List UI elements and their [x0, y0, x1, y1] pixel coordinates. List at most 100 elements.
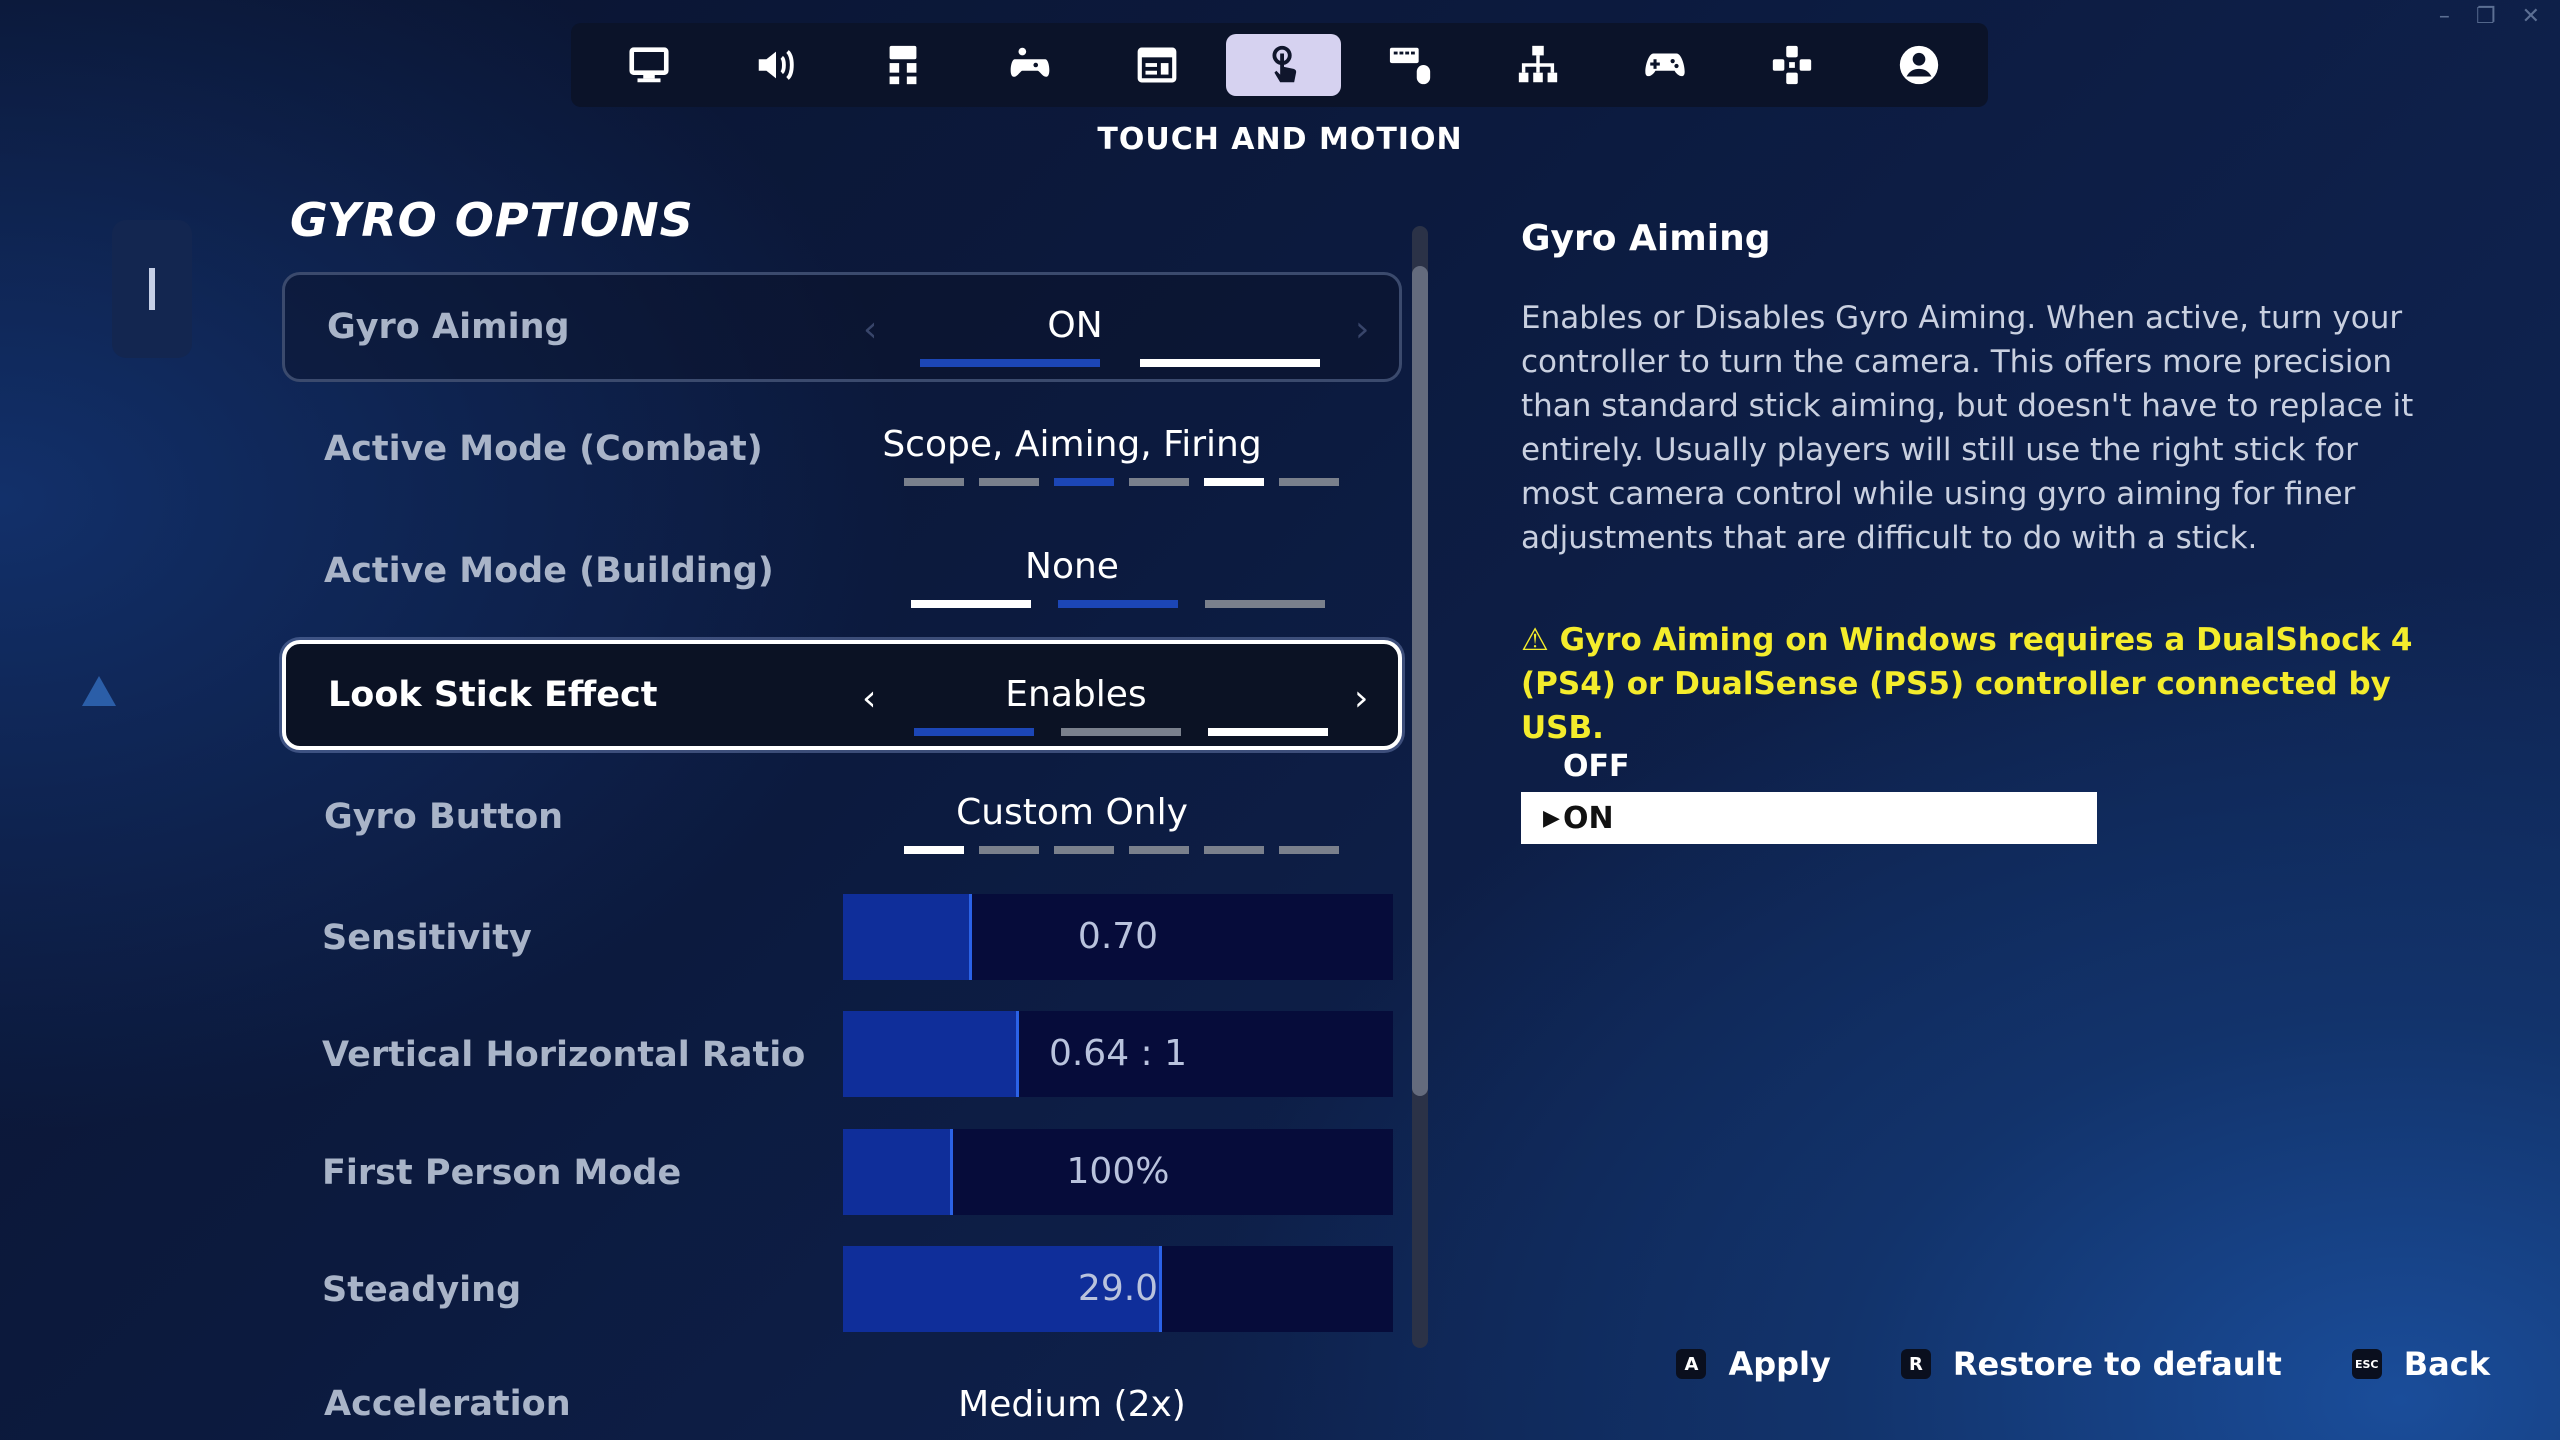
value-indicator-segment [904, 846, 964, 854]
scrollbar-thumb[interactable] [1412, 266, 1428, 1096]
chevron-right-icon[interactable]: › [1354, 678, 1368, 719]
detail-title: Gyro Aiming [1521, 218, 1771, 259]
option-label: Active Mode (Combat) [324, 429, 763, 469]
option-value: Scope, Aiming, Firing [882, 424, 1262, 465]
option-value: Custom Only [956, 792, 1188, 833]
value-indicator-segment [904, 478, 964, 486]
tab-video[interactable] [591, 34, 706, 96]
close-icon[interactable]: ✕ [2522, 4, 2540, 29]
value-indicator-segment [979, 846, 1039, 854]
options-scrollbar[interactable] [1412, 226, 1428, 1348]
tab-input[interactable] [972, 34, 1087, 96]
network-icon [1518, 45, 1557, 83]
value-indicator-segment [1054, 478, 1114, 486]
choice-on[interactable]: ▶ ON [1521, 792, 2097, 844]
tab-controller[interactable] [1607, 34, 1722, 96]
keyboard-mouse-icon [1389, 47, 1430, 85]
option-value: Enables [1005, 674, 1147, 715]
value-indicator-segment [1208, 728, 1328, 736]
tab-accessibility[interactable] [845, 34, 960, 96]
controller-grid-icon [889, 45, 916, 85]
hud-layout-icon [1137, 47, 1176, 83]
slider-value: 29.0 [1077, 1268, 1159, 1309]
slider-sensitivity[interactable]: Sensitivity 0.70 [282, 894, 1402, 984]
tab-network[interactable] [1480, 34, 1595, 96]
slider-vertical-horizontal-ratio[interactable]: Vertical Horizontal Ratio 0.64 : 1 [282, 1011, 1402, 1101]
window-controls: – ❐ ✕ [2439, 4, 2540, 29]
gamepad-icon [1644, 53, 1685, 77]
slider-track[interactable]: 0.64 : 1 [843, 1011, 1393, 1097]
minimize-icon[interactable]: – [2439, 4, 2450, 29]
slider-value: 0.70 [1077, 916, 1159, 957]
value-indicator-segment [1205, 600, 1325, 608]
back-button[interactable]: ESC Back [2351, 1345, 2490, 1383]
detail-description: Enables or Disables Gyro Aiming. When ac… [1521, 300, 2414, 556]
caret-right-icon: ▶ [1543, 805, 1560, 831]
option-label: Look Stick Effect [328, 675, 658, 715]
chevron-right-icon[interactable]: › [1355, 309, 1369, 350]
value-indicator-segment [1054, 846, 1114, 854]
option-value: Medium (2x) [958, 1384, 1186, 1425]
value-indicator-segment [1061, 728, 1181, 736]
tab-account[interactable] [1861, 34, 1976, 96]
value-indicator-segment [1204, 846, 1264, 854]
option-label: Gyro Button [324, 797, 564, 837]
slider-steadying[interactable]: Steadying 29.0 [282, 1246, 1402, 1336]
value-choice-list: OFF ▶ ON [1521, 740, 2097, 844]
option-acceleration[interactable]: Acceleration Medium (2x) [282, 1354, 1402, 1440]
tab-controller-bindings[interactable] [1734, 34, 1849, 96]
restore-default-button[interactable]: R Restore to default [1900, 1345, 2282, 1383]
value-indicator-segment [1279, 478, 1339, 486]
slider-track[interactable]: 29.0 [843, 1246, 1393, 1332]
value-indicator-segment [1140, 359, 1320, 367]
decorative-triangle-icon [82, 676, 116, 706]
touch-hand-icon [1272, 45, 1296, 83]
restore-label: Restore to default [1952, 1345, 2282, 1383]
slider-track[interactable]: 0.70 [843, 894, 1393, 980]
side-tab-bar-icon [149, 268, 155, 310]
option-active-mode-building[interactable]: Active Mode (Building) None [282, 516, 1402, 626]
value-indicator-segment [1204, 478, 1264, 486]
slider-value: 100% [1066, 1151, 1170, 1192]
left-side-tab[interactable] [112, 220, 192, 358]
slider-label: Steadying [322, 1270, 522, 1310]
option-gyro-aiming[interactable]: Gyro Aiming ‹ ON › [282, 272, 1402, 382]
panel-title: GYRO OPTIONS [290, 193, 694, 247]
value-indicator-segment [914, 728, 1034, 736]
tab-audio[interactable] [718, 34, 833, 96]
option-gyro-button[interactable]: Gyro Button Custom Only [282, 762, 1402, 872]
settings-tab-bar [571, 23, 1988, 107]
option-value: ON [1047, 305, 1103, 346]
slider-value: 0.64 : 1 [1048, 1033, 1188, 1074]
section-title: TOUCH AND MOTION [1097, 122, 1463, 157]
value-indicator-segment [920, 359, 1100, 367]
gamepad-touch-icon [1010, 47, 1049, 77]
tab-keyboard-mouse[interactable] [1353, 34, 1468, 96]
slider-track[interactable]: 100% [843, 1129, 1393, 1215]
dpad-icon [1772, 45, 1811, 85]
slider-label: Sensitivity [322, 918, 532, 958]
tab-touch-and-motion[interactable] [1226, 34, 1341, 96]
key-esc-icon: ESC [2351, 1349, 2382, 1379]
apply-button[interactable]: A Apply [1676, 1345, 1831, 1383]
option-active-mode-combat[interactable]: Active Mode (Combat) Scope, Aiming, Firi… [282, 394, 1402, 504]
slider-label: First Person Mode [322, 1153, 682, 1193]
choice-off[interactable]: OFF [1521, 740, 2097, 792]
restore-icon[interactable]: ❐ [2476, 4, 2496, 29]
value-indicator-segment [911, 600, 1031, 608]
back-label: Back [2403, 1345, 2490, 1383]
slider-first-person-mode[interactable]: First Person Mode 100% [282, 1129, 1402, 1219]
choice-label: ON [1563, 800, 1614, 836]
monitor-icon [628, 47, 669, 83]
option-label: Acceleration [324, 1384, 571, 1424]
key-r-icon: R [1900, 1349, 1931, 1379]
option-label: Gyro Aiming [327, 307, 570, 347]
slider-label: Vertical Horizontal Ratio [322, 1035, 806, 1075]
footer-actions: A Apply R Restore to default ESC Back [1676, 1345, 2490, 1383]
option-look-stick-effect[interactable]: Look Stick Effect ‹ Enables › [282, 640, 1402, 750]
option-value: None [1025, 546, 1119, 587]
value-indicator-segment [1058, 600, 1178, 608]
tab-hud[interactable] [1099, 34, 1214, 96]
choice-label: OFF [1563, 748, 1630, 784]
detail-warning: ⚠ Gyro Aiming on Windows requires a Dual… [1521, 622, 2413, 746]
